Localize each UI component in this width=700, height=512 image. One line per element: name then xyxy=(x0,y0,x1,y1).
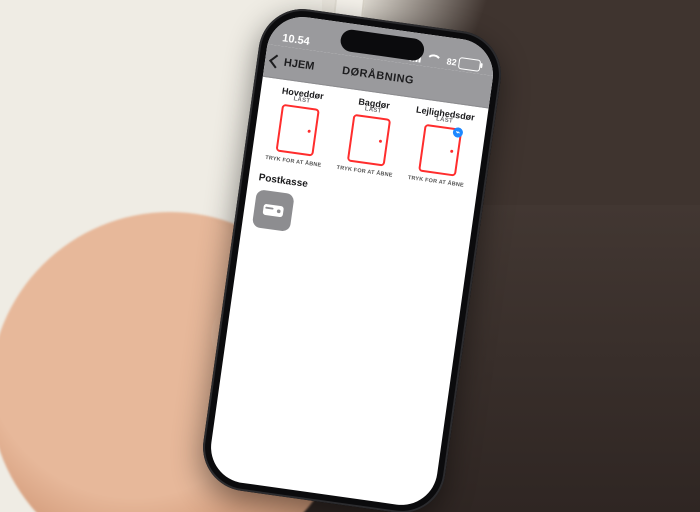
door-icon xyxy=(276,104,320,157)
door-item-lejlighedsdor[interactable]: Lejlighedsdør LÅST ⌁ TRYK FOR AT ÅBNE xyxy=(402,104,480,190)
content-area: Hoveddør LÅST TRYK FOR AT ÅBNE Bagdør LÅ… xyxy=(241,77,488,263)
mailbox-icon xyxy=(261,200,285,221)
back-label: HJEM xyxy=(283,57,315,73)
photo-background: 10.54 82 HJEM DØRÅBNING xyxy=(0,0,700,512)
wifi-icon xyxy=(425,53,442,66)
page-title: DØRÅBNING xyxy=(341,65,414,87)
chevron-left-icon xyxy=(269,54,283,68)
door-item-hoveddor[interactable]: Hoveddør LÅST TRYK FOR AT ÅBNE xyxy=(259,84,337,170)
door-icon: ⌁ xyxy=(418,124,462,177)
door-status: LÅST xyxy=(293,96,311,104)
door-hint: TRYK FOR AT ÅBNE xyxy=(336,165,393,179)
status-time: 10.54 xyxy=(282,32,311,48)
door-item-bagdor[interactable]: Bagdør LÅST TRYK FOR AT ÅBNE xyxy=(330,94,408,180)
door-hint: TRYK FOR AT ÅBNE xyxy=(265,155,322,169)
door-status: LÅST xyxy=(364,106,382,114)
mailbox-button[interactable] xyxy=(252,189,295,232)
door-status: LÅST xyxy=(436,116,454,124)
door-hint: TRYK FOR AT ÅBNE xyxy=(407,175,464,189)
door-icon xyxy=(347,114,391,167)
bluetooth-icon: ⌁ xyxy=(452,127,463,138)
back-button[interactable]: HJEM xyxy=(270,55,315,73)
